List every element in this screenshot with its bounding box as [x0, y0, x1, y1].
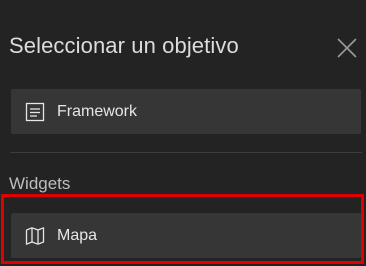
select-target-panel: Seleccionar un objetivo Framework Widget…: [0, 0, 366, 266]
framework-icon: [24, 101, 46, 123]
map-icon: [24, 225, 46, 247]
close-icon: [337, 38, 357, 58]
target-item-label: Framework: [57, 102, 138, 120]
widget-item-mapa[interactable]: Mapa: [11, 213, 361, 258]
target-item-framework[interactable]: Framework: [11, 89, 361, 134]
section-header-widgets: Widgets: [9, 174, 71, 193]
widget-item-label: Mapa: [57, 226, 98, 244]
close-button[interactable]: [336, 37, 358, 59]
panel-title: Seleccionar un objetivo: [9, 33, 239, 58]
divider: [10, 152, 362, 153]
